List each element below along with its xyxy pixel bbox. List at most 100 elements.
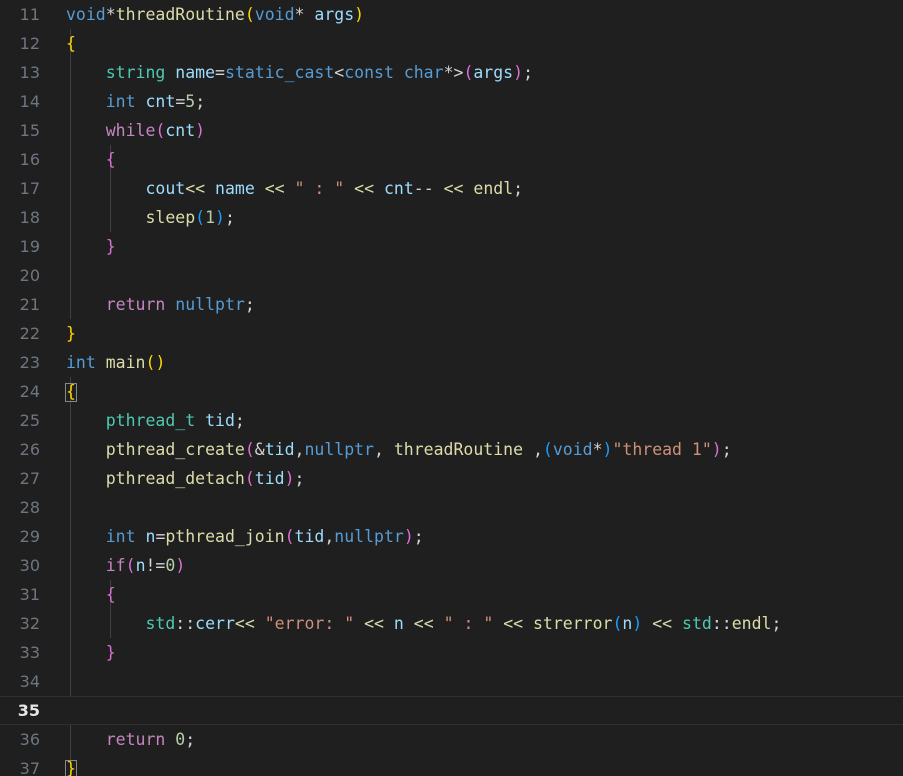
code-line[interactable]: 27 pthread_detach(tid); xyxy=(0,464,903,493)
code-lines-container[interactable]: 11 void*threadRoutine(void* args) 12{13 st… xyxy=(0,0,903,776)
code-token: ) xyxy=(632,614,643,633)
code-token: static_cast xyxy=(224,63,335,82)
code-line[interactable]: 19 } xyxy=(0,232,903,261)
code-token: ) xyxy=(711,440,722,459)
code-line-content[interactable]: int n=pthread_join(tid,nullptr); xyxy=(62,522,903,551)
code-token: ; xyxy=(234,411,245,430)
code-line[interactable]: 36 return 0; xyxy=(0,725,903,754)
code-line[interactable]: 22} xyxy=(0,319,903,348)
code-line[interactable]: 33 } xyxy=(0,638,903,667)
code-token: ) xyxy=(403,527,414,546)
code-token: -- xyxy=(413,179,434,198)
code-token: n xyxy=(393,614,404,633)
line-number: 25 xyxy=(19,411,40,430)
code-line-content[interactable]: string name=static_cast<const char*>(arg… xyxy=(62,58,903,87)
code-line-content[interactable]: { xyxy=(62,29,903,58)
code-line[interactable]: 12 { xyxy=(0,29,903,58)
code-line[interactable]: 17 cout<< name << " : " << cnt-- << endl… xyxy=(0,174,903,203)
code-line-content[interactable] xyxy=(62,493,903,522)
code-token: } xyxy=(66,324,76,343)
code-token: * xyxy=(592,440,603,459)
code-token: ( xyxy=(463,63,474,82)
code-token: ( xyxy=(244,5,255,24)
code-line-content[interactable]: int cnt=5; xyxy=(62,87,903,116)
code-line-content[interactable]: pthread_create(&tid,nullptr, threadRouti… xyxy=(62,435,903,464)
code-line[interactable]: 18 sleep(1); xyxy=(0,203,903,232)
code-line-content[interactable]: std::cerr<< "error: " << n << " : " << s… xyxy=(62,609,903,638)
code-line[interactable]: 35 xyxy=(0,696,903,725)
code-line-content[interactable] xyxy=(62,667,903,696)
code-token: int xyxy=(66,353,96,372)
code-line-content[interactable]: { xyxy=(62,377,903,406)
code-line[interactable]: 14 int cnt=5; xyxy=(0,87,903,116)
code-line[interactable]: 25 pthread_t tid; xyxy=(0,406,903,435)
code-line[interactable]: 34 xyxy=(0,667,903,696)
code-line[interactable]: 30 if(n!=0) xyxy=(0,551,903,580)
code-line-content[interactable]: } xyxy=(62,232,903,261)
code-line[interactable]: 21 return nullptr; xyxy=(0,290,903,319)
code-line-content[interactable]: int main() xyxy=(62,348,903,377)
code-line-content[interactable]: cout<< name << " : " << cnt-- << endl; xyxy=(62,174,903,203)
code-line-content[interactable]: void*threadRoutine(void* args) xyxy=(62,0,903,29)
line-number: 14 xyxy=(19,92,40,111)
code-token: ( xyxy=(244,440,255,459)
code-line-content[interactable]: while(cnt) xyxy=(62,116,903,145)
code-line[interactable]: 26 pthread_create(&tid,nullptr, threadRo… xyxy=(0,435,903,464)
code-token: pthread_detach xyxy=(105,469,245,488)
line-number: 22 xyxy=(19,324,40,343)
code-line-content[interactable]: { xyxy=(62,145,903,174)
code-token: string xyxy=(105,63,166,82)
code-line[interactable]: 13 string name=static_cast<const char*>(… xyxy=(0,58,903,87)
code-line-content[interactable]: pthread_t tid; xyxy=(62,406,903,435)
code-line[interactable]: 16 { xyxy=(0,145,903,174)
code-token: name xyxy=(175,63,216,82)
code-line-content[interactable]: { xyxy=(62,580,903,609)
code-token: , xyxy=(294,440,305,459)
code-line-content[interactable]: return nullptr; xyxy=(62,290,903,319)
code-line-content[interactable] xyxy=(62,697,903,724)
line-number: 37 xyxy=(19,759,40,776)
code-line[interactable]: 11 void*threadRoutine(void* args) xyxy=(0,0,903,29)
code-line-content[interactable]: pthread_detach(tid); xyxy=(62,464,903,493)
code-token: << xyxy=(185,179,206,198)
code-token: ( xyxy=(284,527,295,546)
line-number: 31 xyxy=(19,585,40,604)
code-line[interactable]: 32 std::cerr<< "error: " << n << " : " <… xyxy=(0,609,903,638)
code-line[interactable]: 20 xyxy=(0,261,903,290)
code-line-content[interactable]: sleep(1); xyxy=(62,203,903,232)
code-line[interactable]: 15 while(cnt) xyxy=(0,116,903,145)
code-line[interactable]: 29 int n=pthread_join(tid,nullptr); xyxy=(0,522,903,551)
code-line[interactable]: 37} xyxy=(0,754,903,776)
code-token: cout xyxy=(145,179,186,198)
code-token: 0 xyxy=(175,730,186,749)
code-token: "thread 1" xyxy=(612,440,712,459)
code-line-content[interactable]: } xyxy=(62,319,903,348)
code-line-content[interactable]: } xyxy=(62,754,903,776)
code-line-content[interactable]: if(n!=0) xyxy=(62,551,903,580)
code-token: pthread_create xyxy=(105,440,245,459)
code-line[interactable]: 24 { xyxy=(0,377,903,406)
code-line[interactable]: 31 { xyxy=(0,580,903,609)
code-token: ( xyxy=(244,469,255,488)
code-editor[interactable]: 11 void*threadRoutine(void* args) 12{13 st… xyxy=(0,0,903,776)
code-token: , xyxy=(324,527,335,546)
code-line-content[interactable]: return 0; xyxy=(62,725,903,754)
code-line-content[interactable]: } xyxy=(62,638,903,667)
code-line[interactable]: 23 int main() xyxy=(0,348,903,377)
code-token: 1 xyxy=(205,208,216,227)
code-token: } xyxy=(105,643,116,662)
code-line-content[interactable] xyxy=(62,261,903,290)
code-line[interactable]: 28 xyxy=(0,493,903,522)
